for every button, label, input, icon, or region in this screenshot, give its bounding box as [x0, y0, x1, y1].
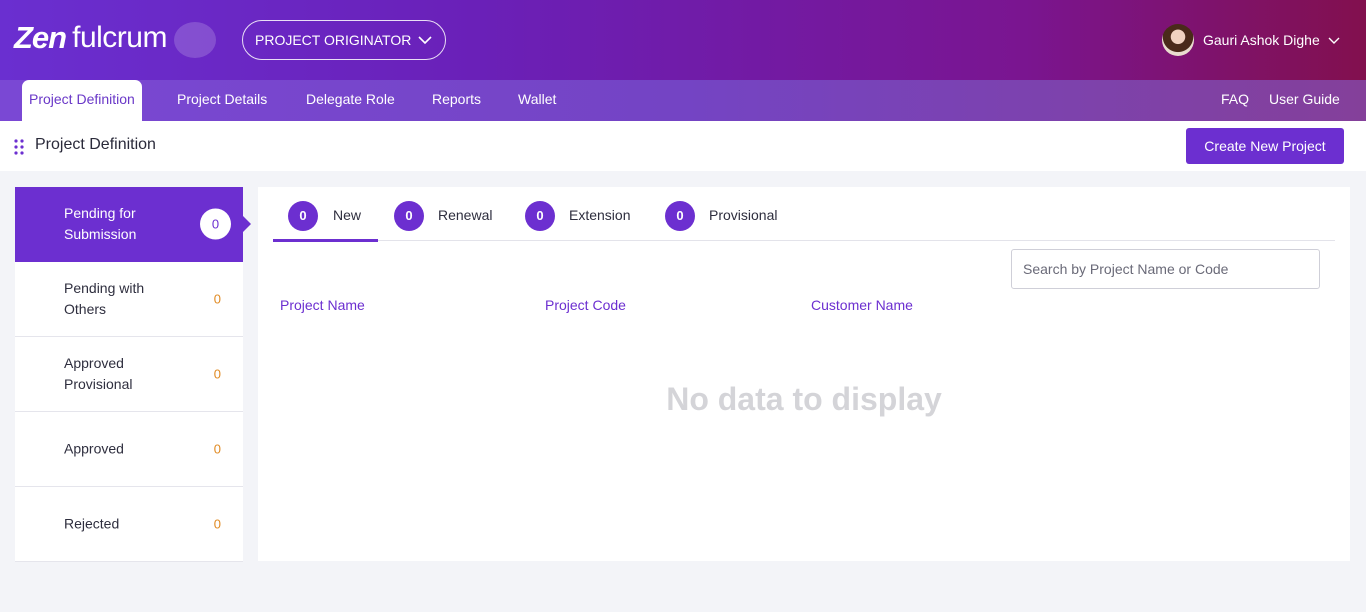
sidebar-item-rejected[interactable]: Rejected 0 — [15, 487, 243, 562]
zen-fulcrum-logo[interactable]: Zen fulcrum — [14, 18, 216, 58]
project-type-tabs: 0 New 0 Renewal 0 Extension 0 Provisiona… — [273, 187, 1335, 242]
sidebar-item-count: 0 — [213, 291, 221, 307]
tab-count-badge: 0 — [525, 201, 555, 231]
sidebar-item-label: Approved — [64, 440, 124, 457]
sidebar-item-count: 0 — [213, 366, 221, 382]
tab-label: Provisional — [709, 207, 778, 223]
main-nav: Project Definition Project Details Deleg… — [0, 80, 1366, 121]
tab-label: Renewal — [438, 207, 493, 223]
tab-count-badge: 0 — [665, 201, 695, 231]
project-list-panel: 0 New 0 Renewal 0 Extension 0 Provisiona… — [258, 187, 1350, 561]
tab-count-badge: 0 — [394, 201, 424, 231]
user-name: Gauri Ashok Dighe — [1203, 32, 1320, 48]
logo-circle-mark — [174, 22, 216, 58]
user-menu[interactable]: Gauri Ashok Dighe — [1162, 24, 1341, 56]
sidebar-item-pending-for-submission[interactable]: Pending for Submission 0 — [15, 187, 251, 262]
sidebar-item-approved[interactable]: Approved 0 — [15, 412, 243, 487]
role-selector[interactable]: PROJECT ORIGINATOR — [242, 20, 446, 60]
tab-renewal[interactable]: 0 Renewal — [394, 201, 504, 241]
nav-tab-project-details[interactable]: Project Details — [177, 80, 267, 121]
sidebar-item-label: Rejected — [64, 515, 120, 532]
drag-handle-icon — [14, 139, 24, 155]
create-new-project-button[interactable]: Create New Project — [1186, 128, 1344, 164]
logo-fulcrum-text: fulcrum — [72, 21, 167, 54]
user-guide-link[interactable]: User Guide — [1269, 80, 1340, 121]
status-sidebar: Pending for Submission 0 Pending with Ot… — [15, 187, 251, 562]
tab-provisional[interactable]: 0 Provisional — [665, 201, 795, 241]
nav-tab-wallet[interactable]: Wallet — [518, 80, 556, 121]
empty-state-message: No data to display — [666, 381, 942, 417]
tab-label: New — [333, 207, 362, 223]
logo-zen-text: Zen — [14, 20, 67, 55]
column-header-project-code[interactable]: Project Code — [545, 297, 626, 313]
page-title: Project Definition — [35, 136, 156, 153]
chevron-down-icon — [1328, 37, 1340, 44]
role-selector-value: PROJECT ORIGINATOR — [255, 32, 412, 48]
tab-new[interactable]: 0 New — [273, 201, 378, 242]
avatar — [1162, 24, 1194, 56]
sidebar-item-count: 0 — [213, 516, 221, 532]
tab-count-badge: 0 — [288, 201, 318, 231]
sidebar-item-count: 0 — [200, 208, 231, 240]
nav-tab-reports[interactable]: Reports — [432, 80, 481, 121]
sidebar-item-count: 0 — [213, 441, 221, 457]
nav-tab-project-definition[interactable]: Project Definition — [22, 80, 142, 121]
search-input[interactable] — [1011, 249, 1320, 289]
faq-link[interactable]: FAQ — [1221, 80, 1249, 121]
sidebar-item-label: Approved Provisional — [64, 355, 133, 392]
column-header-customer-name[interactable]: Customer Name — [811, 297, 913, 313]
tab-extension[interactable]: 0 Extension — [525, 201, 645, 241]
top-header: Zen fulcrum PROJECT ORIGINATOR Gauri Ash… — [0, 0, 1366, 80]
sidebar-item-label: Pending with Others — [64, 280, 145, 317]
sidebar-item-approved-provisional[interactable]: Approved Provisional 0 — [15, 337, 243, 412]
column-header-project-name[interactable]: Project Name — [280, 297, 365, 313]
sidebar-item-pending-with-others[interactable]: Pending with Others 0 — [15, 262, 243, 337]
page-title-bar: Project Definition Create New Project — [0, 121, 1366, 171]
tab-label: Extension — [569, 207, 631, 223]
sidebar-item-label: Pending for Submission — [64, 205, 137, 242]
nav-tab-delegate-role[interactable]: Delegate Role — [306, 80, 395, 121]
chevron-down-icon — [418, 36, 432, 45]
